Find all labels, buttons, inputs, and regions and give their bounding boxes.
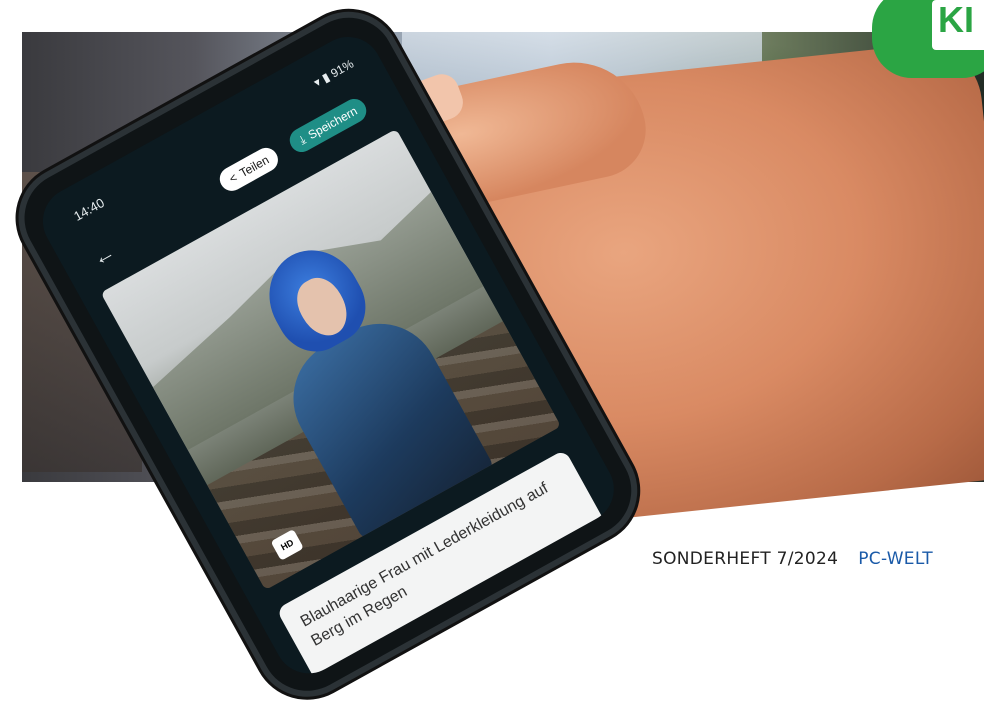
brand-label: PC-WELT: [858, 549, 933, 569]
status-battery: ▾ ▮ 91%: [311, 57, 356, 90]
back-arrow-icon[interactable]: ←: [88, 239, 119, 272]
battery-level: 91%: [328, 56, 357, 81]
issue-label: SONDERHEFT 7/2024: [652, 549, 839, 569]
save-label: Speichern: [305, 103, 360, 143]
logo-text: KI: [938, 0, 974, 40]
status-time: 14:40: [71, 194, 107, 224]
save-button[interactable]: ⤓ Speichern: [285, 94, 371, 157]
page-footer: SONDERHEFT 7/2024 PC-WELT: [652, 549, 933, 569]
download-icon: ⤓: [296, 131, 308, 147]
share-icon: <: [226, 170, 240, 186]
share-button[interactable]: < Teilen: [215, 143, 283, 196]
share-label: Teilen: [237, 152, 272, 181]
ki-logo: KI: [872, 0, 984, 78]
